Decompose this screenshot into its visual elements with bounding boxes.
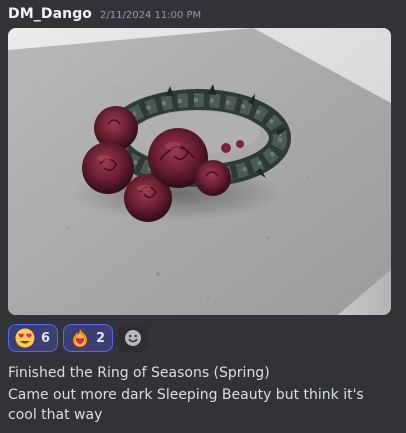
image-attachment[interactable] <box>8 28 391 315</box>
author-username[interactable]: DM_Dango <box>8 6 92 22</box>
heart-on-fire-emoji-icon <box>73 329 88 347</box>
message-line: Came out more dark Sleeping Beauty but t… <box>8 387 364 423</box>
chat-message: DM_Dango 2/11/2024 11:00 PM 6 2 Finished… <box>0 0 406 433</box>
reaction-count: 6 <box>41 330 51 346</box>
smiley-icon <box>125 330 142 346</box>
message-content: Finished the Ring of Seasons (Spring) Ca… <box>8 363 396 427</box>
reaction-heart-on-fire[interactable]: 2 <box>63 324 114 352</box>
message-header: DM_Dango 2/11/2024 11:00 PM <box>8 6 201 24</box>
heart-eyes-emoji-icon <box>15 328 35 348</box>
reactions-bar: 6 2 <box>8 324 149 352</box>
add-reaction-button[interactable] <box>118 324 149 352</box>
reaction-count: 2 <box>96 330 106 346</box>
message-timestamp[interactable]: 2/11/2024 11:00 PM <box>100 10 201 21</box>
message-line: Finished the Ring of Seasons (Spring) <box>8 365 270 381</box>
ring-photo <box>8 28 391 315</box>
reaction-heart-eyes[interactable]: 6 <box>8 324 59 352</box>
